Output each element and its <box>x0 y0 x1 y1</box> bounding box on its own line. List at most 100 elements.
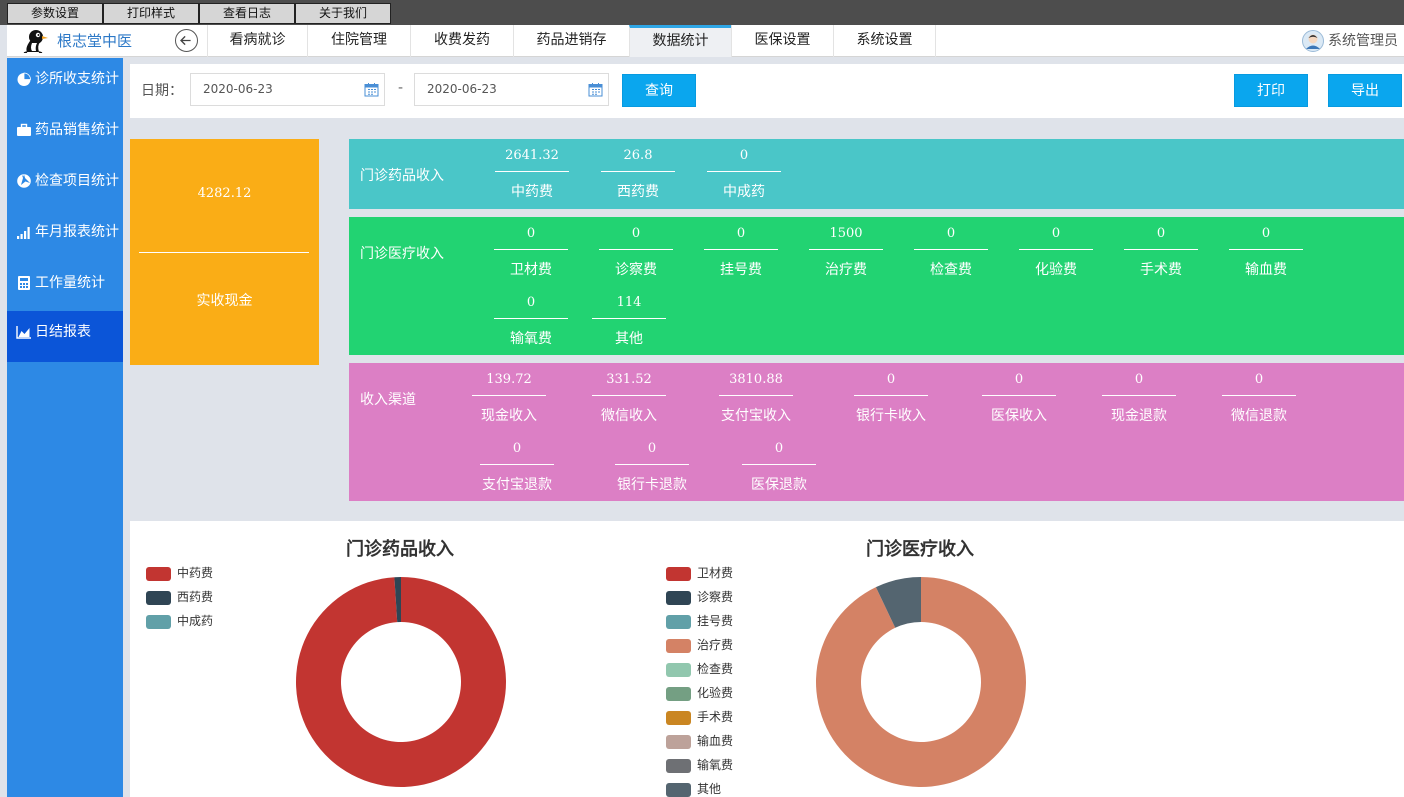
stat-underline <box>1229 249 1303 250</box>
legend-item[interactable]: 诊察费 <box>666 589 733 605</box>
tab-billing[interactable]: 收费发药 <box>410 25 513 57</box>
date-separator: - <box>398 80 404 96</box>
stat-label: 诊察费 <box>615 262 657 278</box>
sidebar-item-workload[interactable]: 工作量统计 <box>7 262 123 313</box>
tab-consultation[interactable]: 看病就诊 <box>207 25 307 57</box>
stat-cell: 139.72 现金收入 <box>469 369 549 425</box>
aperture-icon <box>17 174 31 188</box>
menu-about-us[interactable]: 关于我们 <box>295 3 391 24</box>
legend-item[interactable]: 西药费 <box>146 589 213 605</box>
stat-label: 银行卡收入 <box>856 408 926 424</box>
medical-chart-title: 门诊医疗收入 <box>866 539 974 560</box>
sidebar-item-label: 诊所收支统计 <box>35 71 119 87</box>
legend-label: 输氧费 <box>697 758 734 772</box>
tab-inventory[interactable]: 药品进销存 <box>513 25 629 57</box>
calendar-icon[interactable] <box>364 82 379 97</box>
stat-cell: 0 支付宝退款 <box>477 438 557 494</box>
tab-statistics[interactable]: 数据统计 <box>629 25 731 57</box>
sidebar-item-label: 日结报表 <box>35 324 91 340</box>
stat-underline <box>1124 249 1198 250</box>
cash-value: 4282.12 <box>197 186 252 201</box>
sidebar-item-monthly-reports[interactable]: 年月报表统计 <box>7 211 123 262</box>
stat-value: 26.8 <box>623 148 653 163</box>
sidebar-item-label: 检查项目统计 <box>35 173 119 189</box>
legend-label: 化验费 <box>697 686 734 700</box>
cash-received-card: 4282.12 实收现金 <box>130 139 319 365</box>
user-menu[interactable]: 系统管理员 <box>1302 30 1398 52</box>
medical-income-band: 门诊医疗收入 0 卫材费 0 诊察费 0 挂号费 1500 治疗费 0 检查费 0 化验费 0 手术费 0 输… <box>349 217 1404 355</box>
legend-swatch <box>666 638 691 653</box>
menu-view-log[interactable]: 查看日志 <box>199 3 295 24</box>
export-button[interactable]: 导出 <box>1328 74 1402 107</box>
briefcase-icon <box>17 123 31 136</box>
bird-logo-icon <box>23 30 48 53</box>
legend-label: 检查费 <box>697 662 734 676</box>
start-date-field[interactable]: 2020-06-23 <box>190 73 385 106</box>
stat-cell: 0 微信退款 <box>1219 369 1299 425</box>
stat-underline <box>1102 395 1176 396</box>
print-button[interactable]: 打印 <box>1234 74 1308 107</box>
stat-value: 139.72 <box>486 372 532 387</box>
brand-name: 根志堂中医 <box>57 32 133 50</box>
stat-cell: 114 其他 <box>589 292 669 348</box>
stat-cell: 0 手术费 <box>1121 223 1201 279</box>
legend-swatch <box>146 566 171 581</box>
stat-value: 0 <box>526 226 536 241</box>
stat-value: 1500 <box>829 226 863 241</box>
stat-label: 支付宝收入 <box>721 408 791 424</box>
sidebar-item-clinic-finance[interactable]: 诊所收支统计 <box>7 58 123 109</box>
stat-underline <box>472 395 546 396</box>
legend-label: 西药费 <box>177 590 214 604</box>
legend-item[interactable]: 输氧费 <box>666 757 733 773</box>
stat-label: 微信退款 <box>1231 408 1287 424</box>
sidebar-item-daily-report[interactable]: 日结报表 <box>7 311 123 362</box>
legend-label: 手术费 <box>697 710 734 724</box>
stat-value: 0 <box>1051 226 1061 241</box>
calendar-icon[interactable] <box>588 82 603 97</box>
sidebar-item-drug-sales[interactable]: 药品销售统计 <box>7 109 123 160</box>
tab-insurance[interactable]: 医保设置 <box>731 25 833 57</box>
stat-label: 输氧费 <box>510 331 552 347</box>
stat-underline <box>982 395 1056 396</box>
end-date-field[interactable]: 2020-06-23 <box>414 73 609 106</box>
tab-system[interactable]: 系统设置 <box>833 25 936 57</box>
legend-item[interactable]: 卫材费 <box>666 565 733 581</box>
stat-cell: 2641.32 中药费 <box>492 145 572 201</box>
legend-item[interactable]: 输血费 <box>666 733 733 749</box>
menu-params-settings[interactable]: 参数设置 <box>7 3 103 24</box>
legend-item[interactable]: 手术费 <box>666 709 733 725</box>
back-arrow-icon[interactable] <box>175 29 198 52</box>
legend-item[interactable]: 中成药 <box>146 613 213 629</box>
tab-inpatient[interactable]: 住院管理 <box>307 25 410 57</box>
sidebar-item-exam-items[interactable]: 检查项目统计 <box>7 160 123 211</box>
drug-chart-title: 门诊药品收入 <box>346 539 454 560</box>
drug-income-band: 门诊药品收入 2641.32 中药费 26.8 西药费 0 中成药 <box>349 139 1404 209</box>
legend-swatch <box>666 782 691 797</box>
legend-item[interactable]: 挂号费 <box>666 613 733 629</box>
stat-underline <box>494 249 568 250</box>
legend-item[interactable]: 其他 <box>666 781 721 797</box>
legend-label: 其他 <box>697 782 722 796</box>
stat-label: 中成药 <box>723 184 765 200</box>
legend-item[interactable]: 治疗费 <box>666 637 733 653</box>
stat-label: 医保收入 <box>991 408 1047 424</box>
main-navbar: 根志堂中医 看病就诊 住院管理 收费发药 药品进销存 数据统计 医保设置 系统设… <box>7 25 1404 57</box>
stat-value: 0 <box>886 372 896 387</box>
legend-swatch <box>666 686 691 701</box>
stat-underline <box>854 395 928 396</box>
stat-value: 331.52 <box>606 372 652 387</box>
query-button[interactable]: 查询 <box>622 74 696 107</box>
legend-item[interactable]: 化验费 <box>666 685 733 701</box>
legend-item[interactable]: 中药费 <box>146 565 213 581</box>
stat-cell: 0 现金退款 <box>1099 369 1179 425</box>
stat-underline <box>601 171 675 172</box>
drug-income-donut <box>296 577 506 787</box>
end-date-value: 2020-06-23 <box>427 82 497 96</box>
stat-underline <box>719 395 793 396</box>
stat-value: 0 <box>774 441 784 456</box>
stat-underline <box>592 318 666 319</box>
stat-underline <box>914 249 988 250</box>
sidebar-item-label: 年月报表统计 <box>35 224 119 240</box>
legend-item[interactable]: 检查费 <box>666 661 733 677</box>
menu-print-style[interactable]: 打印样式 <box>103 3 199 24</box>
